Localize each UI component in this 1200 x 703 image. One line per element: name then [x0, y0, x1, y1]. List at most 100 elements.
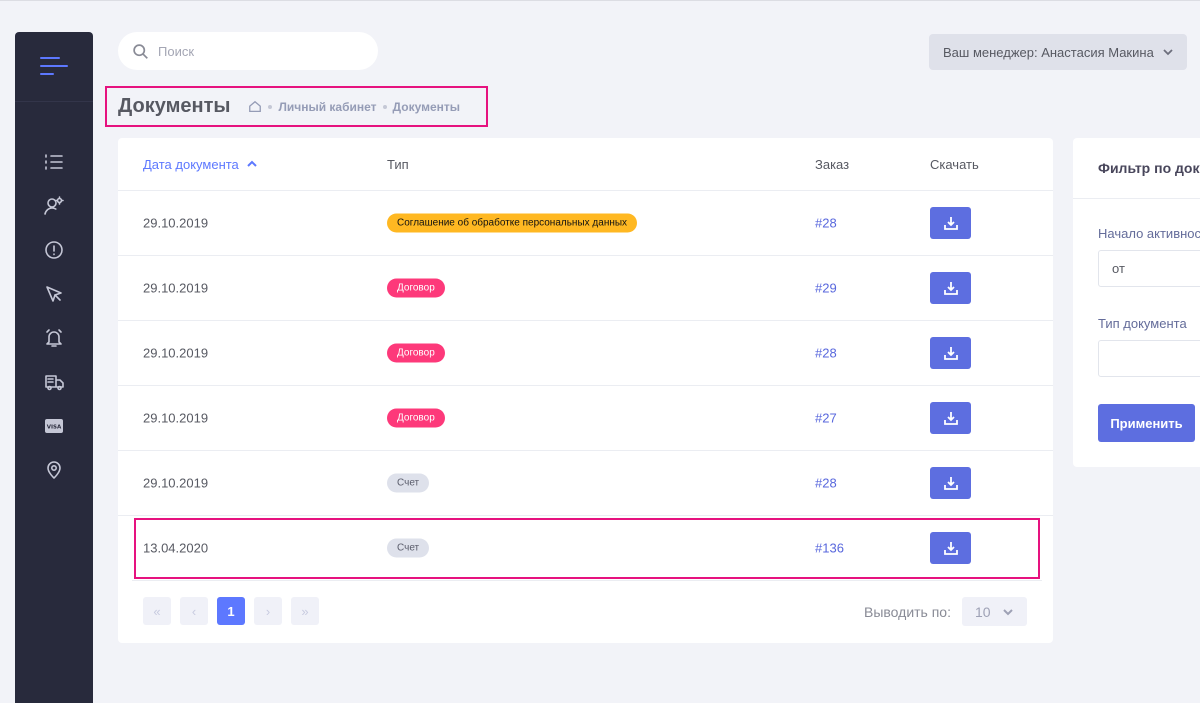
download-cell: [930, 337, 971, 369]
download-icon: [943, 542, 958, 555]
document-date: 29.10.2019: [143, 345, 209, 361]
search-input[interactable]: [158, 43, 358, 59]
sidebar-item-launch[interactable]: [15, 272, 93, 316]
filter-panel: Фильтр по документам Начало активности о…: [1073, 138, 1200, 467]
chevron-down-icon: [1002, 608, 1013, 615]
page-last-button[interactable]: »: [291, 597, 319, 625]
column-order-label[interactable]: Заказ: [815, 157, 849, 172]
download-button[interactable]: [930, 337, 971, 369]
rocket-icon: [46, 286, 62, 302]
document-date: 29.10.2019: [143, 410, 209, 426]
sidebar-item-delivery[interactable]: [15, 360, 93, 404]
breadcrumb: Личный кабинет Документы: [248, 100, 460, 114]
apply-filter-button[interactable]: Применить: [1098, 404, 1195, 442]
page-title: Документы: [118, 95, 231, 117]
svg-text:VISA: VISA: [47, 425, 62, 431]
filter-start-label: Начало активности: [1098, 226, 1200, 241]
table-row: 29.10.2019 Счет #28: [118, 451, 1053, 516]
document-type-badge: Счет: [387, 538, 430, 558]
download-button[interactable]: [930, 272, 971, 304]
order-link[interactable]: #28: [815, 346, 837, 361]
document-type: Соглашение об обработке персональных дан…: [387, 213, 638, 233]
breadcrumb-separator: [382, 104, 387, 109]
document-type-badge: Договор: [387, 408, 445, 428]
breadcrumb-separator: [268, 104, 273, 109]
page-current-button[interactable]: 1: [217, 597, 245, 625]
sidebar-item-locations[interactable]: [15, 448, 93, 492]
download-cell: [930, 207, 971, 239]
per-page-select[interactable]: 10: [962, 597, 1027, 626]
alert-circle-icon: [45, 241, 63, 259]
document-type-badge: Договор: [387, 278, 445, 298]
column-type-label[interactable]: Тип: [387, 157, 409, 172]
download-icon: [943, 282, 958, 295]
documents-table: Дата документа Тип Заказ Скачать 29.10.2…: [118, 138, 1053, 643]
column-download-label: Скачать: [930, 156, 979, 172]
table-header: Дата документа Тип Заказ Скачать: [118, 138, 1053, 191]
document-type: Договор: [387, 343, 445, 363]
order-link[interactable]: #136: [815, 541, 844, 556]
filter-start-input[interactable]: от: [1098, 250, 1200, 287]
column-date-label: Дата документа: [143, 156, 239, 172]
download-cell: [930, 272, 971, 304]
document-date: 13.04.2020: [143, 540, 209, 556]
list-icon: [45, 154, 63, 170]
sidebar-item-payments[interactable]: VISA: [15, 404, 93, 448]
sort-up-icon: [247, 160, 257, 167]
download-icon: [943, 412, 958, 425]
breadcrumb-link-documents[interactable]: Документы: [393, 100, 460, 114]
map-pin-icon: [47, 461, 61, 479]
order-link[interactable]: #28: [815, 476, 837, 491]
download-cell: [930, 532, 971, 564]
column-date-sort[interactable]: Дата документа: [143, 157, 257, 172]
download-button[interactable]: [930, 207, 971, 239]
filter-type-select[interactable]: [1098, 340, 1200, 377]
chevron-down-icon: [1163, 49, 1173, 56]
download-button[interactable]: [930, 467, 971, 499]
home-icon[interactable]: [248, 100, 262, 114]
search-icon: [133, 43, 148, 59]
table-row: 29.10.2019 Договор #27: [118, 386, 1053, 451]
sidebar-item-profile[interactable]: [15, 184, 93, 228]
download-button[interactable]: [930, 402, 971, 434]
pagination: « ‹ 1 › »: [143, 597, 328, 625]
document-type: Счет: [387, 473, 430, 493]
menu-toggle-icon[interactable]: [40, 56, 68, 77]
document-type: Договор: [387, 278, 445, 298]
breadcrumb-link-cabinet[interactable]: Личный кабинет: [278, 100, 376, 114]
document-date: 29.10.2019: [143, 280, 209, 296]
document-date: 29.10.2019: [143, 475, 209, 491]
filter-title: Фильтр по документам: [1073, 138, 1200, 199]
manager-dropdown[interactable]: Ваш менеджер: Анастасия Макина: [929, 34, 1187, 70]
download-cell: [930, 402, 971, 434]
order-link[interactable]: #28: [815, 216, 837, 231]
visa-card-icon: VISA: [45, 419, 63, 433]
page-first-button[interactable]: «: [143, 597, 171, 625]
page-prev-button[interactable]: ‹: [180, 597, 208, 625]
table-row: 29.10.2019 Соглашение об обработке персон…: [118, 191, 1053, 256]
document-type-badge: Соглашение об обработке персональных дан…: [387, 213, 638, 233]
document-type-badge: Договор: [387, 343, 445, 363]
per-page-control: Выводить по: 10: [864, 597, 1027, 626]
table-row: 13.04.2020 Счет #136: [132, 516, 1042, 581]
sidebar-item-alerts[interactable]: [15, 228, 93, 272]
order-link[interactable]: #29: [815, 281, 837, 296]
document-type: Счет: [387, 538, 430, 558]
search-bar: [118, 32, 378, 70]
download-icon: [943, 347, 958, 360]
bell-icon: [46, 329, 62, 347]
filter-type-label: Тип документа: [1098, 316, 1187, 331]
download-button[interactable]: [930, 532, 971, 564]
document-type: Договор: [387, 408, 445, 428]
per-page-value: 10: [975, 603, 991, 620]
document-type-badge: Счет: [387, 473, 430, 493]
sidebar-brand: [15, 32, 93, 102]
order-link[interactable]: #27: [815, 411, 837, 426]
sidebar-item-notifications[interactable]: [15, 316, 93, 360]
page-next-button[interactable]: ›: [254, 597, 282, 625]
download-icon: [943, 477, 958, 490]
document-date: 29.10.2019: [143, 215, 209, 231]
manager-label: Ваш менеджер: Анастасия Макина: [943, 44, 1154, 60]
sidebar-item-list[interactable]: [15, 140, 93, 184]
sidebar: VISA: [15, 32, 93, 703]
